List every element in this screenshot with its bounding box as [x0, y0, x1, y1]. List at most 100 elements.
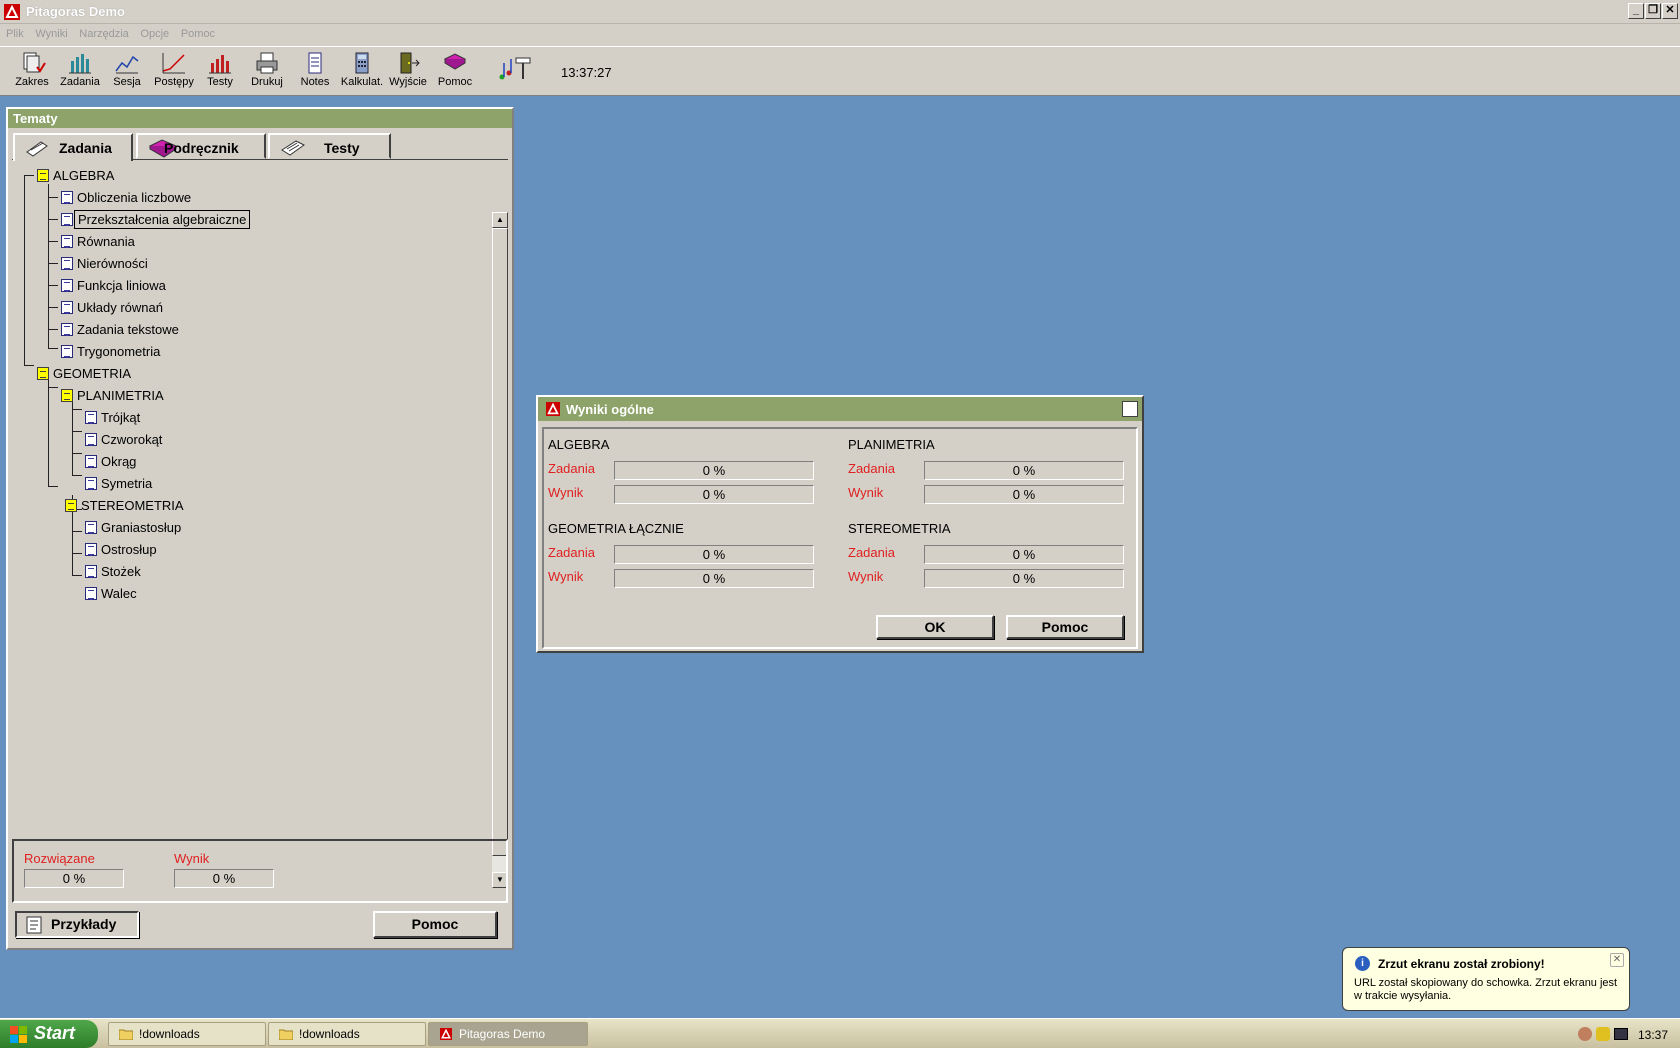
score-label: Wynik: [848, 569, 884, 584]
dialog-ok-button[interactable]: OK: [876, 615, 994, 639]
panel-title: Tematy: [8, 109, 512, 128]
score-label: Wynik: [548, 485, 584, 500]
dialog-content: ALGEBRA Zadania 0 % Wynik 0 % PLANIMETRI…: [542, 427, 1138, 649]
menu-bar: Plik Wyniki Narzędzia Opcje Pomoc: [0, 24, 1680, 46]
node-label: Okrąg: [101, 454, 137, 469]
menu-wyniki[interactable]: Wyniki: [35, 28, 67, 40]
node-label: Symetria: [101, 476, 153, 491]
toolbar-postepy-button[interactable]: Postępy: [150, 51, 198, 88]
tab-testy[interactable]: Testy: [268, 133, 391, 159]
results-dialog: Wyniki ogólne ✕ ALGEBRA Zadania 0 % Wyni…: [536, 395, 1144, 653]
tray-arrow-icon[interactable]: [1578, 1027, 1592, 1041]
toolbar-pomoc-button[interactable]: Pomoc: [431, 51, 479, 88]
pencil-paper-icon: [26, 141, 48, 157]
node-label: Czworokąt: [101, 432, 163, 447]
tasks-value: 0 %: [614, 461, 814, 480]
menu-plik[interactable]: Plik: [6, 28, 24, 40]
security-shield-icon[interactable]: [1596, 1027, 1610, 1041]
scroll-thumb[interactable]: [492, 228, 508, 856]
dialog-title-bar: Wyniki ogólne ✕: [538, 397, 1142, 421]
node-label: ALGEBRA: [53, 168, 115, 183]
document-icon: [61, 213, 73, 226]
system-tray: 13:37: [1574, 1020, 1680, 1048]
tab-podrecznik[interactable]: Podręcznik: [136, 133, 266, 159]
toolbar-sound-button[interactable]: [496, 55, 536, 84]
title-bar: Pitagoras Demo _ ❐ ✕: [0, 0, 1680, 24]
group-title: GEOMETRIA ŁĄCZNIE: [548, 521, 684, 536]
folder-icon: [61, 389, 73, 402]
toolbar-label: Drukuj: [251, 76, 283, 88]
app-icon: [546, 402, 560, 416]
topics-panel: Tematy Zadania Podręcznik Testy ALGEBRA …: [6, 107, 514, 950]
node-label: STEREOMETRIA: [81, 498, 184, 513]
start-button[interactable]: Start: [0, 1020, 98, 1048]
toolbar-wyjscie-button[interactable]: Wyjście: [384, 51, 432, 88]
dialog-help-button[interactable]: Pomoc: [1006, 615, 1124, 639]
tree-scrollbar[interactable]: ▲ ▼: [492, 212, 508, 888]
score-label: Wynik: [848, 485, 884, 500]
document-icon: [61, 191, 73, 204]
balloon-title: Zrzut ekranu został zrobiony!: [1378, 957, 1545, 971]
balloon-close-icon[interactable]: ✕: [1610, 953, 1624, 967]
close-button[interactable]: ✕: [1662, 3, 1678, 19]
score-value: 0 %: [614, 569, 814, 588]
toolbar-testy-button[interactable]: Testy: [196, 51, 244, 88]
document-icon: [85, 455, 97, 468]
document-icon: [85, 521, 97, 534]
examples-icon: [26, 916, 42, 934]
toolbar-label: Kalkulat.: [340, 76, 384, 88]
calculator-icon: [355, 52, 369, 74]
app-icon: [440, 1028, 452, 1040]
menu-pomoc[interactable]: Pomoc: [181, 28, 215, 40]
document-icon: [85, 587, 97, 600]
document-icon: [61, 235, 73, 248]
tab-zadania[interactable]: Zadania: [13, 133, 133, 161]
dialog-close-button[interactable]: ✕: [1122, 401, 1138, 417]
tasks-value: 0 %: [924, 461, 1124, 480]
tasks-label: Zadania: [548, 461, 595, 476]
toolbar-kalkulator-button[interactable]: Kalkulat.: [338, 51, 386, 88]
examples-button[interactable]: Przykłady: [15, 911, 139, 938]
toolbar-drukuj-button[interactable]: Drukuj: [243, 51, 291, 88]
node-label: Trygonometria: [77, 344, 161, 359]
minimize-button[interactable]: _: [1628, 3, 1644, 19]
toolbar-zadania-button[interactable]: Zadania: [56, 51, 104, 88]
taskbar-item-downloads-1[interactable]: !downloads: [108, 1022, 266, 1046]
tasks-value: 0 %: [614, 545, 814, 564]
toolbar-zakres-button[interactable]: Zakres: [8, 51, 56, 88]
screenshot-tray-icon[interactable]: [1614, 1028, 1628, 1040]
line-chart-icon: [115, 55, 139, 74]
tray-clock: 13:37: [1638, 1028, 1669, 1042]
node-label: Graniastosłup: [101, 520, 182, 535]
window-title: Pitagoras Demo: [26, 4, 125, 19]
menu-narzedzia[interactable]: Narzędzia: [79, 28, 129, 40]
panel-help-button[interactable]: Pomoc: [373, 911, 497, 938]
toolbar-label: Wyjście: [389, 76, 427, 88]
document-icon: [61, 279, 73, 292]
toolbar-label: Postępy: [154, 76, 194, 88]
group-title: ALGEBRA: [548, 437, 610, 452]
group-title: STEREOMETRIA: [848, 521, 951, 536]
tasks-label: Zadania: [548, 545, 595, 560]
app-icon: [4, 4, 20, 20]
folder-icon: [119, 1029, 133, 1040]
toolbar-label: Notes: [300, 76, 330, 88]
node-label: Ostrosłup: [101, 542, 157, 557]
toolbar-notes-button[interactable]: Notes: [291, 51, 339, 88]
menu-opcje[interactable]: Opcje: [140, 28, 169, 40]
task-label: !downloads: [139, 1027, 200, 1041]
score-label: Wynik: [174, 851, 210, 866]
taskbar-item-pitagoras[interactable]: Pitagoras Demo: [428, 1022, 588, 1046]
dialog-title: Wyniki ogólne: [566, 402, 654, 417]
task-label: !downloads: [299, 1027, 360, 1041]
test-chart-icon: [209, 55, 231, 74]
document-icon: [61, 257, 73, 270]
info-icon: i: [1355, 956, 1370, 971]
toolbar-sesja-button[interactable]: Sesja: [103, 51, 151, 88]
restore-button[interactable]: ❐: [1645, 3, 1661, 19]
folder-icon: [37, 169, 49, 182]
taskbar-item-downloads-2[interactable]: !downloads: [268, 1022, 426, 1046]
tasks-label: Zadania: [848, 545, 895, 560]
scroll-up-arrow-icon[interactable]: ▲: [492, 212, 508, 228]
stats-box: Rozwiązane 0 % Wynik 0 %: [12, 839, 508, 903]
